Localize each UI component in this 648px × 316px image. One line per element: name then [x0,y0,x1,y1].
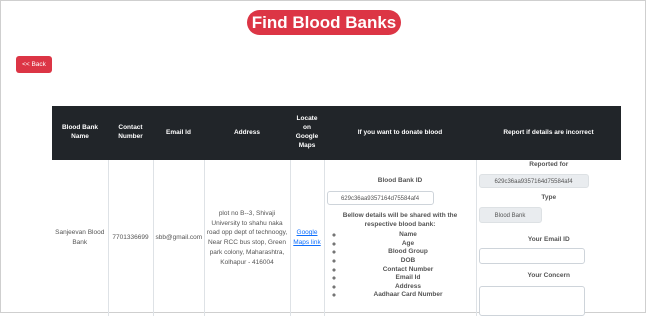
reported-for-field[interactable]: 629c36aa9357164d75584af4 [478,173,589,188]
shared-details-note: Bellow details will be shared with the r… [342,211,458,228]
cell-blood-bank-name: Sanjeevan Blood Bank [55,229,105,246]
blood-bank-id-field[interactable]: 629c36aa9357164d75584af4 [326,190,434,205]
report-form: Reported for 629c36aa9357164d75584af4 Ty… [475,160,621,316]
table-row: Sanjeevan Blood Bank 7701336699 sbb@gmai… [52,160,621,316]
list-item: Address [343,283,474,292]
list-item: DOB [343,257,474,266]
type-field[interactable]: Blood Bank [478,206,542,223]
reported-for-label: Reported for [529,161,569,168]
google-maps-link[interactable]: Google Maps link [293,229,320,246]
header-locate-on-maps: Locate on Google Maps [290,106,324,160]
blood-bank-id-label: Blood Bank ID [377,177,423,185]
donate-form: Blood Bank ID 629c36aa9357164d75584af4 B… [323,160,476,316]
cell-email: sbb@gmail.com [152,160,204,316]
type-label: Type [541,193,557,201]
list-item: Email Id [343,274,474,283]
header-donate-blood: If you want to donate blood [324,106,476,160]
back-button[interactable]: << Back [16,56,52,73]
table-header-row: Blood Bank Name Contact Number Email Id … [52,106,621,160]
list-item: Blood Group [343,248,474,257]
email-id-input[interactable] [478,248,585,265]
header-blood-bank-name: Blood Bank Name [52,106,108,160]
cell-locate: Google Maps link [289,160,324,316]
list-item: Name [343,231,474,240]
list-item: Contact Number [343,266,474,275]
email-id-label: Your Email ID [527,235,570,243]
header-contact-number: Contact Number [108,106,153,160]
header-address: Address [204,106,290,160]
list-item: Age [343,240,474,249]
concern-textarea[interactable] [478,286,585,316]
concern-label: Your Concern [527,272,571,280]
header-email-id: Email Id [153,106,204,160]
header-report-incorrect: Report if details are incorrect [476,106,621,160]
shared-details-list: Name Age Blood Group DOB Contact Number … [327,231,474,300]
list-item: Aadhaar Card Number [343,291,474,300]
page-title: Find Blood Banks [247,10,401,35]
cell-contact-number: 7701336699 [107,160,153,316]
blood-banks-table: Blood Bank Name Contact Number Email Id … [52,106,621,316]
cell-address: plot no B--3, Shivaji University to shah… [203,160,290,316]
